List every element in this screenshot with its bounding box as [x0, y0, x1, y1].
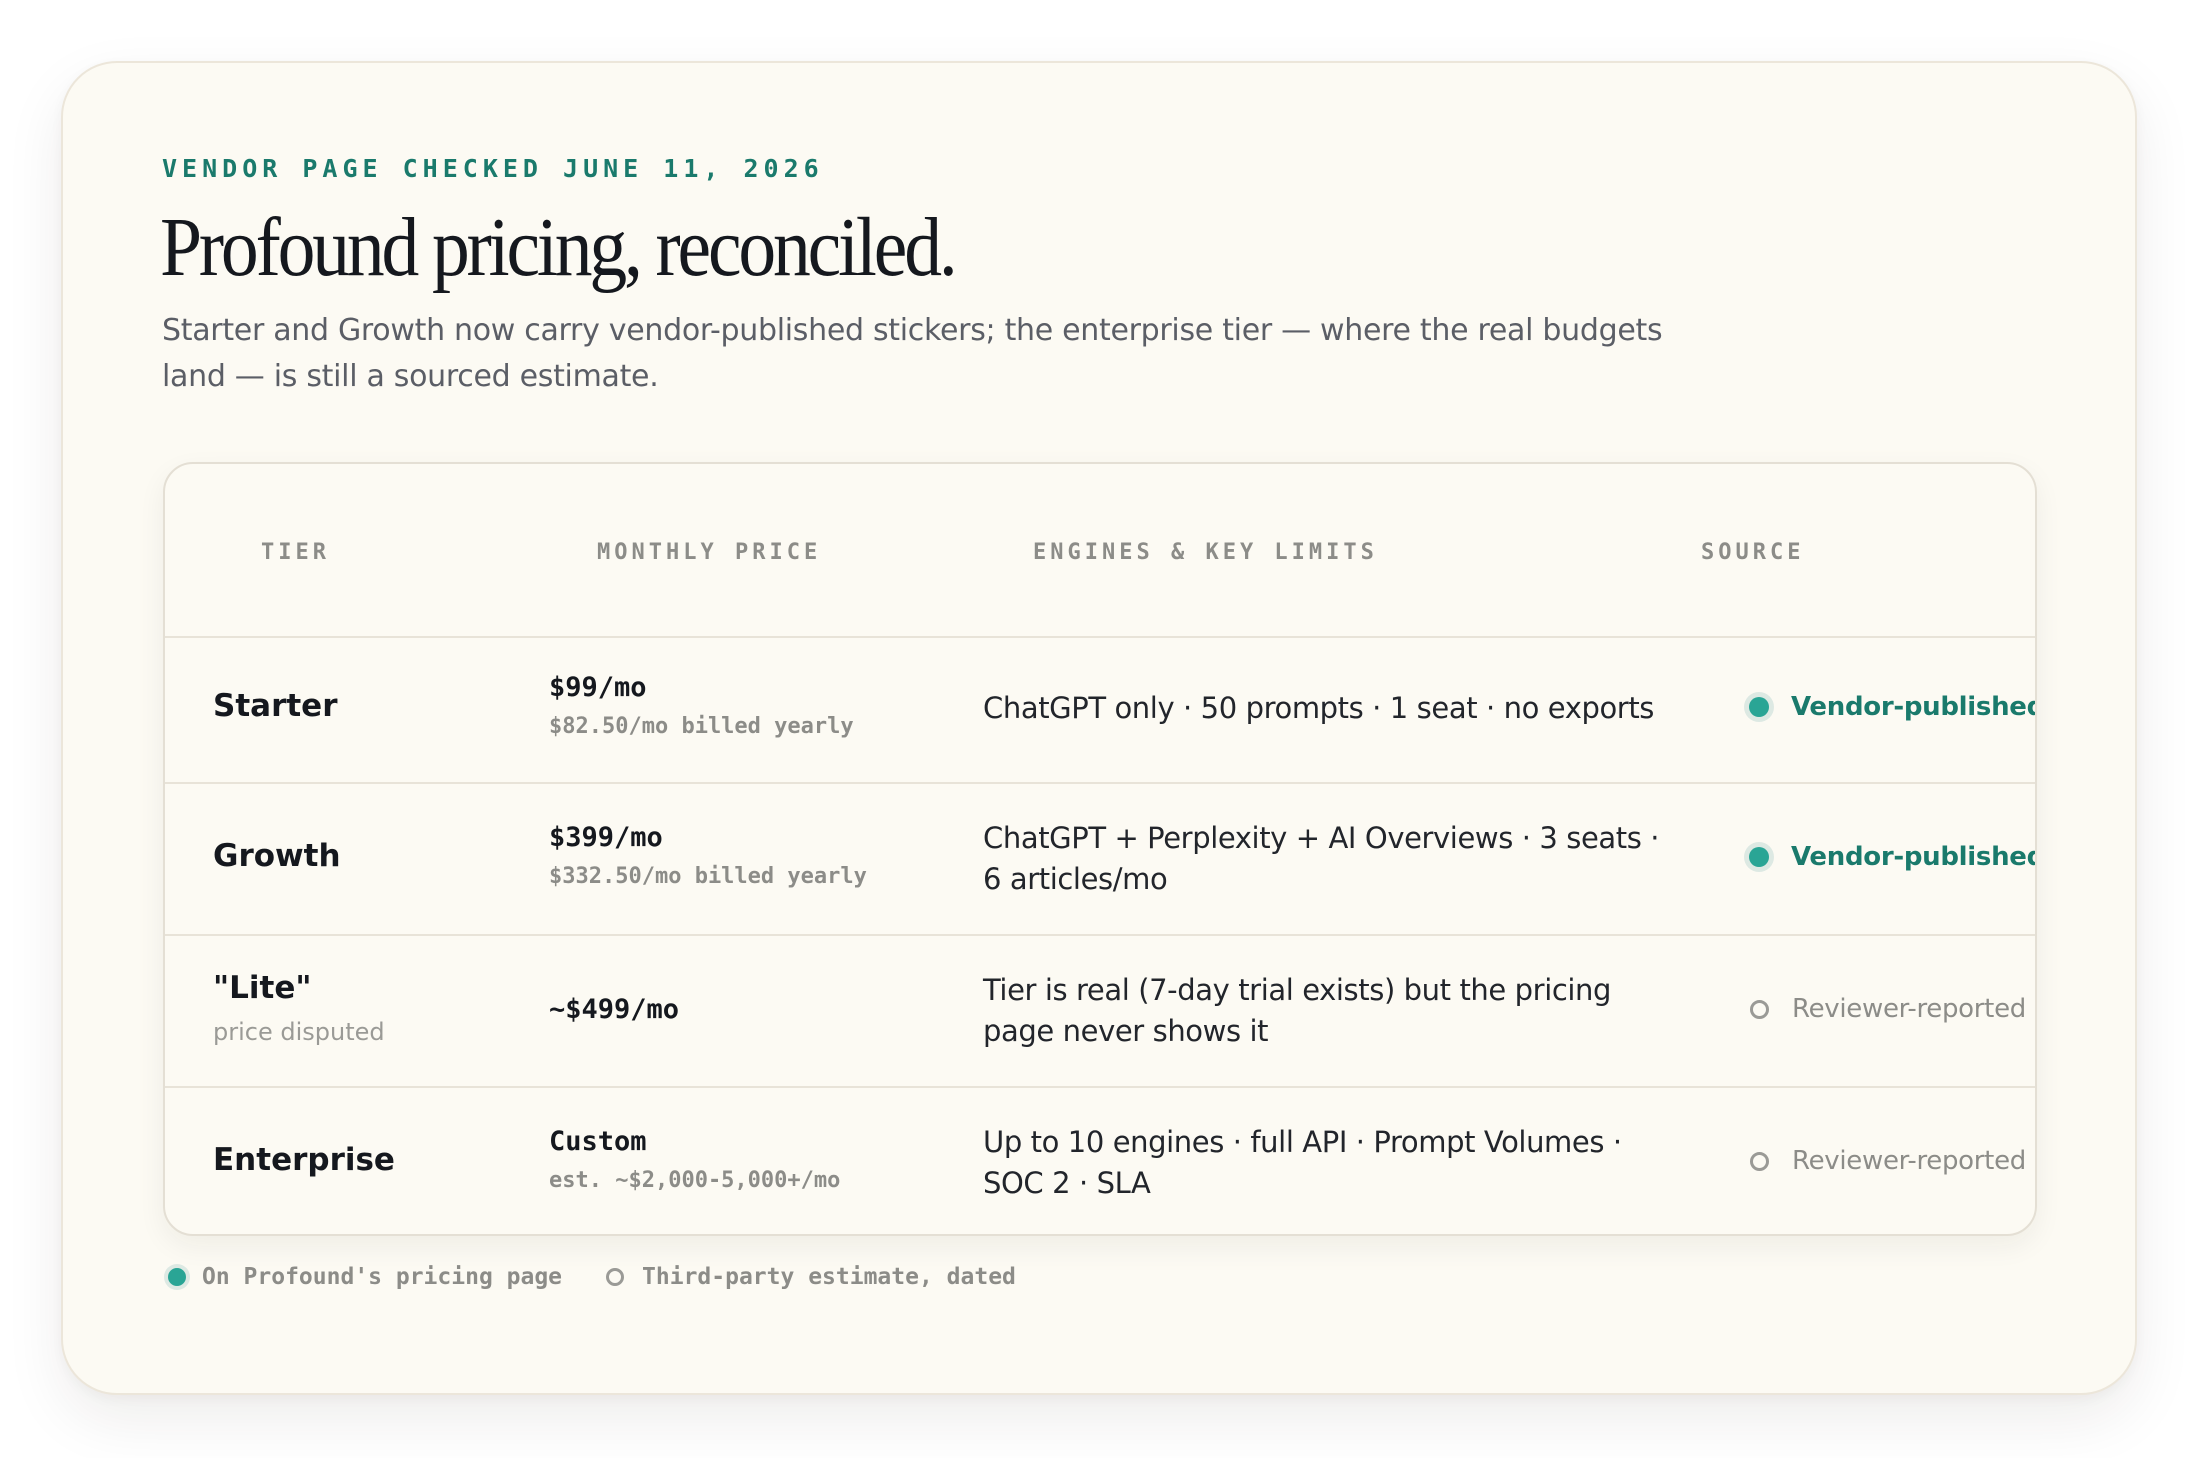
engines-limits: ChatGPT + Perplexity + AI Overviews · 3 …	[983, 821, 1660, 896]
source-badge: Vendor-published	[1745, 842, 2037, 872]
source-badge: Reviewer-reported	[1745, 994, 2026, 1024]
table-row-lite: "Lite" price disputed ~$499/mo Tier is r…	[165, 936, 2035, 1088]
engines-limits: ChatGPT only · 50 prompts · 1 seat · no …	[983, 691, 1655, 725]
page-subtitle: Starter and Growth now carry vendor-publ…	[162, 313, 1663, 394]
source-label: Reviewer-reported	[1792, 994, 2026, 1024]
engines-limits: Up to 10 engines · full API · Prompt Vol…	[983, 1125, 1622, 1200]
table-header: TIER MONTHLY PRICE ENGINES & KEY LIMITS …	[165, 464, 2035, 638]
source-badge: Reviewer-reported	[1745, 1146, 2026, 1176]
tier-name: Growth	[213, 838, 341, 874]
source-label: Vendor-published	[1791, 842, 2037, 872]
eyebrow-date: VENDOR PAGE CHECKED JUNE 11, 2026	[162, 154, 824, 183]
tier-name: Enterprise	[213, 1142, 395, 1178]
column-header-tier: TIER	[261, 540, 330, 565]
price: Custom	[549, 1126, 647, 1157]
table-row-enterprise: Enterprise Custom est. ~$2,000-5,000+/mo…	[165, 1088, 2035, 1234]
price: ~$499/mo	[549, 994, 680, 1025]
source-label: Vendor-published	[1791, 692, 2037, 722]
column-header-engines: ENGINES & KEY LIMITS	[1033, 540, 1378, 565]
source-badge: Vendor-published	[1745, 692, 2037, 722]
price: $399/mo	[549, 822, 663, 853]
tier-note: price disputed	[213, 1018, 385, 1046]
hollow-circle-icon	[1750, 1151, 1769, 1171]
price-estimate: est. ~$2,000-5,000+/mo	[549, 1168, 841, 1193]
tier-name: Starter	[213, 688, 338, 724]
price-billed-yearly: $82.50/mo billed yearly	[549, 714, 854, 739]
table-row-growth: Growth $399/mo $332.50/mo billed yearly …	[165, 784, 2035, 936]
filled-dot-icon	[168, 1268, 186, 1286]
column-header-monthly-price: MONTHLY PRICE	[597, 540, 822, 565]
hollow-circle-icon	[606, 1268, 625, 1286]
filled-dot-icon	[1749, 847, 1769, 867]
page-title: Profound pricing, reconciled.	[160, 201, 958, 294]
legend: On Profound's pricing page Third-party e…	[163, 1264, 1016, 1290]
engines-limits: Tier is real (7-day trial exists) but th…	[983, 973, 1612, 1048]
filled-dot-icon	[1749, 697, 1769, 717]
price-billed-yearly: $332.50/mo billed yearly	[549, 864, 867, 889]
pricing-table: TIER MONTHLY PRICE ENGINES & KEY LIMITS …	[163, 462, 2037, 1236]
legend-vendor-label: On Profound's pricing page	[202, 1264, 563, 1290]
price: $99/mo	[549, 672, 647, 703]
legend-reviewer-label: Third-party estimate, dated	[642, 1264, 1016, 1290]
column-header-source: SOURCE	[1701, 540, 1805, 565]
table-row-starter: Starter $99/mo $82.50/mo billed yearly C…	[165, 636, 2035, 784]
hollow-circle-icon	[1750, 999, 1769, 1019]
tier-name: "Lite"	[213, 970, 312, 1006]
source-label: Reviewer-reported	[1792, 1146, 2026, 1176]
